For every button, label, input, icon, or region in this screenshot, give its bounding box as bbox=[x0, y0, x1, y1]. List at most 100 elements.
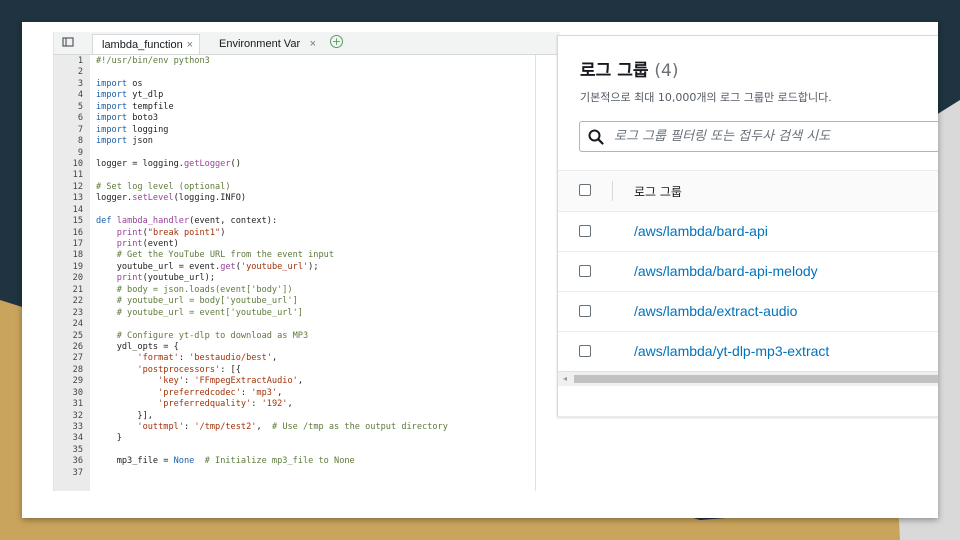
code-token: (event, context): bbox=[189, 216, 278, 227]
code-text: import json bbox=[96, 136, 153, 147]
code-text: 'postprocessors': [{ bbox=[96, 365, 241, 376]
code-token: "break point1" bbox=[147, 227, 221, 238]
code-line: 28 'postprocessors': [{ bbox=[54, 365, 560, 376]
code-token: 'postprocessors' bbox=[137, 364, 221, 375]
row-checkbox[interactable] bbox=[579, 305, 591, 317]
code-token: json bbox=[127, 136, 153, 147]
code-line: 10 logger = logging.getLogger() bbox=[54, 159, 560, 170]
panel-description: 기본적으로 최대 10,000개의 로그 그룹만 로드합니다. bbox=[580, 91, 832, 104]
table-row: /aws/lambda/bard-api-melody bbox=[558, 251, 938, 292]
line-number: 15 bbox=[72, 216, 83, 227]
code-token: 'preferredquality' bbox=[158, 399, 252, 410]
code-text: import yt_dlp bbox=[96, 90, 163, 101]
code-content[interactable]: 1 #!/usr/bin/env python3 2 3 import os 4 impor… bbox=[54, 56, 560, 479]
select-all-checkbox[interactable] bbox=[579, 184, 591, 196]
code-token: logger = logging. bbox=[96, 158, 184, 169]
line-number: 8 bbox=[77, 136, 83, 147]
code-token: 'mp3' bbox=[251, 387, 278, 398]
code-text: # youtube_url = event['youtube_url'] bbox=[96, 308, 303, 319]
code-line: 13 logger.setLevel(logging.INFO) bbox=[54, 193, 560, 204]
line-number: 33 bbox=[72, 422, 83, 432]
code-token: print bbox=[116, 239, 143, 249]
code-line: 26 ydl_opts = { bbox=[54, 342, 560, 353]
line-number: 11 bbox=[72, 170, 83, 181]
line-number: 2 bbox=[77, 67, 83, 78]
code-token: boto3 bbox=[127, 113, 159, 124]
line-number: 14 bbox=[72, 204, 83, 215]
code-text: 'outtmpl': '/tmp/test2', # Use /tmp as t… bbox=[96, 422, 448, 433]
close-icon[interactable]: × bbox=[187, 35, 193, 54]
code-line: 15 def lambda_handler(event, context): bbox=[54, 216, 560, 227]
code-text: print("break point1") bbox=[96, 227, 226, 239]
tab-lambda-function[interactable]: lambda_function × bbox=[92, 34, 200, 54]
line-number: 6 bbox=[77, 113, 83, 124]
code-token: # Use /tmp as the output directory bbox=[271, 422, 448, 432]
code-text: mp3_file = None # Initialize mp3_file to… bbox=[96, 456, 355, 467]
code-token: tempfile bbox=[127, 101, 174, 112]
table-header: 로그 그룹 bbox=[558, 170, 938, 212]
line-number: 28 bbox=[72, 364, 83, 375]
code-token: ) bbox=[220, 227, 226, 238]
log-groups-panel: 로그 그룹 (4) 기본적으로 최대 10,000개의 로그 그룹만 로드합니다… bbox=[557, 35, 938, 417]
code-token: setLevel bbox=[132, 193, 174, 204]
code-token: 'outtmpl' bbox=[137, 422, 184, 432]
column-header-log-group[interactable]: 로그 그룹 bbox=[634, 183, 682, 200]
code-token: : bbox=[183, 422, 195, 432]
code-text: #!/usr/bin/env python3 bbox=[96, 56, 210, 67]
code-text: } bbox=[96, 433, 122, 444]
code-token: : bbox=[240, 387, 252, 398]
code-line: 22 # youtube_url = body['youtube_url'] bbox=[54, 296, 560, 307]
code-line: 8 import json bbox=[54, 136, 560, 147]
line-number: 23 bbox=[72, 307, 83, 318]
code-line: 3 import os bbox=[54, 79, 560, 90]
code-token: logger. bbox=[96, 193, 133, 204]
code-line: 17 print(event) bbox=[54, 239, 560, 250]
code-line: 31 'preferredquality': '192', bbox=[54, 399, 560, 410]
code-line: 29 'key': 'FFmpegExtractAudio', bbox=[54, 376, 560, 387]
code-token: 'preferredcodec' bbox=[158, 387, 241, 398]
code-token: , bbox=[297, 376, 303, 387]
log-group-link[interactable]: /aws/lambda/bard-api bbox=[634, 223, 768, 239]
code-token: : bbox=[251, 399, 262, 410]
code-line: 1 #!/usr/bin/env python3 bbox=[54, 56, 560, 67]
line-number: 21 bbox=[72, 284, 83, 295]
log-group-count: (4) bbox=[654, 61, 679, 81]
code-line: 16 print("break point1") bbox=[54, 228, 560, 239]
tab-environment-variables[interactable]: Environment Var × bbox=[210, 34, 322, 54]
code-line: 14 bbox=[54, 205, 560, 216]
code-line: 5 import tempfile bbox=[54, 102, 560, 113]
code-token: (youtube_url); bbox=[142, 273, 216, 284]
row-checkbox[interactable] bbox=[579, 225, 591, 237]
code-line: 24 bbox=[54, 319, 560, 330]
log-group-link[interactable]: /aws/lambda/yt-dlp-mp3-extract bbox=[634, 343, 829, 359]
line-number: 22 bbox=[72, 296, 83, 307]
horizontal-scrollbar[interactable]: ◂ bbox=[558, 371, 938, 386]
line-number: 7 bbox=[77, 124, 83, 135]
line-number: 3 bbox=[77, 78, 83, 89]
row-checkbox[interactable] bbox=[579, 345, 591, 357]
code-line: 23 # youtube_url = event['youtube_url'] bbox=[54, 308, 560, 319]
tab-label: lambda_function bbox=[102, 39, 183, 51]
scroll-left-icon[interactable]: ◂ bbox=[563, 374, 567, 383]
log-group-link[interactable]: /aws/lambda/bard-api-melody bbox=[634, 263, 818, 279]
code-text: import os bbox=[96, 79, 143, 90]
log-group-link[interactable]: /aws/lambda/extract-audio bbox=[634, 303, 797, 319]
search-input[interactable] bbox=[614, 123, 934, 150]
code-text: 'format': 'bestaudio/best', bbox=[96, 353, 277, 364]
add-tab-icon[interactable]: + bbox=[330, 35, 343, 48]
row-checkbox[interactable] bbox=[579, 265, 591, 277]
code-token: # Initialize mp3_file to None bbox=[204, 456, 355, 467]
code-token: 'FFmpegExtractAudio' bbox=[194, 376, 298, 387]
file-menu-icon[interactable] bbox=[62, 36, 74, 48]
code-token: print bbox=[116, 273, 143, 284]
code-text: print(youtube_url); bbox=[96, 273, 215, 284]
line-number: 17 bbox=[72, 239, 83, 249]
line-number: 35 bbox=[72, 444, 83, 455]
line-number: 18 bbox=[72, 250, 83, 261]
scrollbar-thumb[interactable] bbox=[574, 375, 938, 383]
close-icon[interactable]: × bbox=[310, 34, 316, 54]
code-line: 19 youtube_url = event.get('youtube_url'… bbox=[54, 262, 560, 273]
